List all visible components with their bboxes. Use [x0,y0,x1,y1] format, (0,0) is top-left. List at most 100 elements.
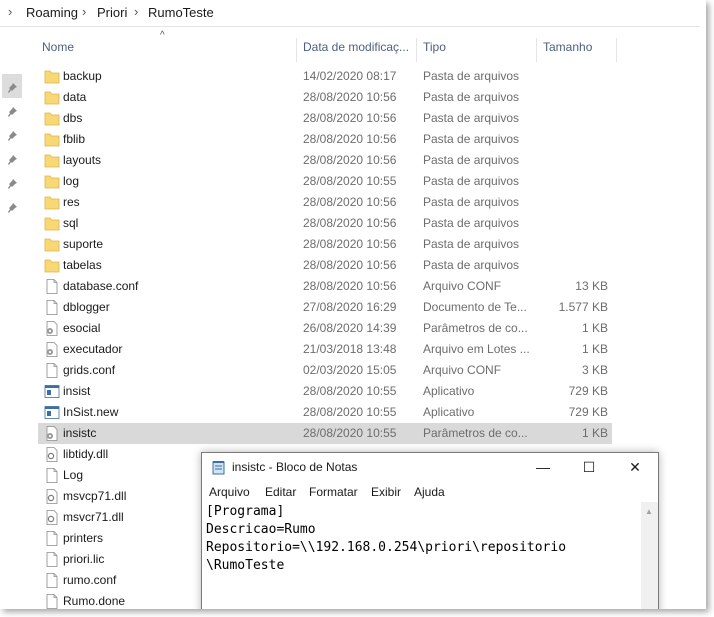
close-button[interactable]: ✕ [612,453,658,482]
text-line: [Programa] [206,504,285,519]
file-type: Arquivo em Lotes ... [423,342,530,356]
file-row[interactable]: database.conf 28/08/2020 10:56 Arquivo CON… [38,276,612,297]
folder-icon [44,90,60,105]
folder-icon [44,132,60,147]
file-date: 21/03/2018 13:48 [303,342,397,356]
file-row[interactable]: tabelas 28/08/2020 10:56 Pasta de arquivos [38,255,612,276]
file-icon [44,300,60,315]
file-row[interactable]: log 28/08/2020 10:55 Pasta de arquivos [38,171,612,192]
file-date: 28/08/2020 10:55 [303,426,397,440]
file-type: Aplicativo [423,384,475,398]
pin-icon[interactable] [6,130,18,142]
navigation-pane [0,26,24,609]
pin-icon[interactable] [6,82,18,94]
menu-exibir[interactable]: Exibir [371,485,401,499]
notepad-icon [212,461,225,475]
file-name: fblib [63,132,86,146]
file-name: tabelas [63,258,102,272]
folder-icon [44,237,60,252]
file-icon [44,531,60,546]
menu-editar[interactable]: Editar [265,485,296,499]
file-type: Documento de Te... [423,300,527,314]
file-explorer-window: › Roaming › Priori › RumoTeste ^ Nome Da… [0,0,706,609]
file-name: log [63,174,80,188]
column-divider[interactable] [296,38,297,62]
file-row[interactable]: sql 28/08/2020 10:56 Pasta de arquivos [38,213,612,234]
file-date: 28/08/2020 10:56 [303,237,397,251]
file-size: 729 KB [568,384,608,398]
file-type: Parâmetros de co... [423,426,528,440]
file-date: 28/08/2020 10:55 [303,384,397,398]
menu-formatar[interactable]: Formatar [309,485,358,499]
file-type: Pasta de arquivos [423,69,520,83]
notepad-menubar: Arquivo Editar Formatar Exibir Ajuda [202,482,658,502]
file-name: Rumo.done [63,594,126,608]
notepad-titlebar[interactable]: insistc - Bloco de Notas — ☐ ✕ [202,453,658,482]
vertical-scrollbar[interactable]: ▲ [641,502,658,609]
settings-file-icon [44,321,60,336]
folder-icon [44,153,60,168]
pin-icon[interactable] [6,106,18,118]
notepad-text-area[interactable]: [Programa] Descricao=Rumo Repositorio=\\19… [206,503,638,609]
column-divider[interactable] [536,38,537,62]
file-name: layouts [63,153,102,167]
chevron-right-icon: › [134,4,139,19]
file-row[interactable]: suporte 28/08/2020 10:56 Pasta de arquivos [38,234,612,255]
notepad-window: insistc - Bloco de Notas — ☐ ✕ Arquivo E… [201,452,659,609]
pin-icon[interactable] [6,154,18,166]
chevron-right-icon: › [8,4,13,19]
column-header-size[interactable]: Tamanho [543,40,592,60]
folder-icon [44,216,60,231]
pin-icon[interactable] [6,178,18,190]
file-row[interactable]: grids.conf 02/03/2020 15:05 Arquivo CONF 3 … [38,360,612,381]
file-date: 28/08/2020 10:56 [303,132,397,146]
breadcrumb-item-rumoteste[interactable]: RumoTeste [148,5,214,20]
column-header-type[interactable]: Tipo [423,40,446,60]
file-name: esocial [63,321,101,335]
file-name: data [63,90,87,104]
file-row[interactable]: res 28/08/2020 10:56 Pasta de arquivos [38,192,612,213]
file-row[interactable]: insistc 28/08/2020 10:55 Parâmetros de co.… [38,423,612,444]
file-icon [44,279,60,294]
folder-icon [44,111,60,126]
file-date: 14/02/2020 08:17 [303,69,397,83]
file-date: 26/08/2020 14:39 [303,321,397,335]
file-name: insist [63,384,91,398]
file-row[interactable]: esocial 26/08/2020 14:39 Parâmetros de co.… [38,318,612,339]
maximize-button[interactable]: ☐ [566,453,612,482]
file-row[interactable]: InSist.new 28/08/2020 10:55 Aplicativo 729 … [38,402,612,423]
file-date: 28/08/2020 10:56 [303,111,397,125]
scroll-up-icon[interactable]: ▲ [645,507,653,516]
breadcrumb-item-roaming[interactable]: Roaming [26,5,78,20]
file-row[interactable]: insist 28/08/2020 10:55 Aplicativo 729 KB [38,381,612,402]
pin-icon[interactable] [6,202,18,214]
menu-arquivo[interactable]: Arquivo [209,485,250,499]
file-type: Pasta de arquivos [423,195,520,209]
file-size: 729 KB [568,405,608,419]
breadcrumb-item-priori[interactable]: Priori [97,5,127,20]
minimize-button[interactable]: — [520,453,566,482]
text-line: Repositorio=\\192.168.0.254\priori\repos… [206,540,567,555]
file-row[interactable]: data 28/08/2020 10:56 Pasta de arquivos [38,87,612,108]
file-type: Pasta de arquivos [423,111,520,125]
file-icon [44,594,60,609]
file-type: Pasta de arquivos [423,258,520,272]
file-size: 1 KB [581,342,608,356]
file-icon [44,573,60,588]
file-type: Parâmetros de co... [423,321,528,335]
file-name: dbs [63,111,83,125]
menu-ajuda[interactable]: Ajuda [414,485,445,499]
file-name: msvcp71.dll [63,489,127,503]
file-row[interactable]: backup 14/02/2020 08:17 Pasta de arquivos [38,66,612,87]
column-header-name[interactable]: Nome [42,40,74,60]
file-row[interactable]: dblogger 27/08/2020 16:29 Documento de Te.… [38,297,612,318]
file-row[interactable]: executador 21/03/2018 13:48 Arquivo em Lot… [38,339,612,360]
column-divider[interactable] [616,38,617,62]
folder-icon [44,69,60,84]
file-row[interactable]: fblib 28/08/2020 10:56 Pasta de arquivos [38,129,612,150]
column-divider[interactable] [416,38,417,62]
file-name: msvcr71.dll [63,510,124,524]
column-header-date[interactable]: Data de modificaç... [303,40,409,60]
file-row[interactable]: layouts 28/08/2020 10:56 Pasta de arquivos [38,150,612,171]
file-row[interactable]: dbs 28/08/2020 10:56 Pasta de arquivos [38,108,612,129]
